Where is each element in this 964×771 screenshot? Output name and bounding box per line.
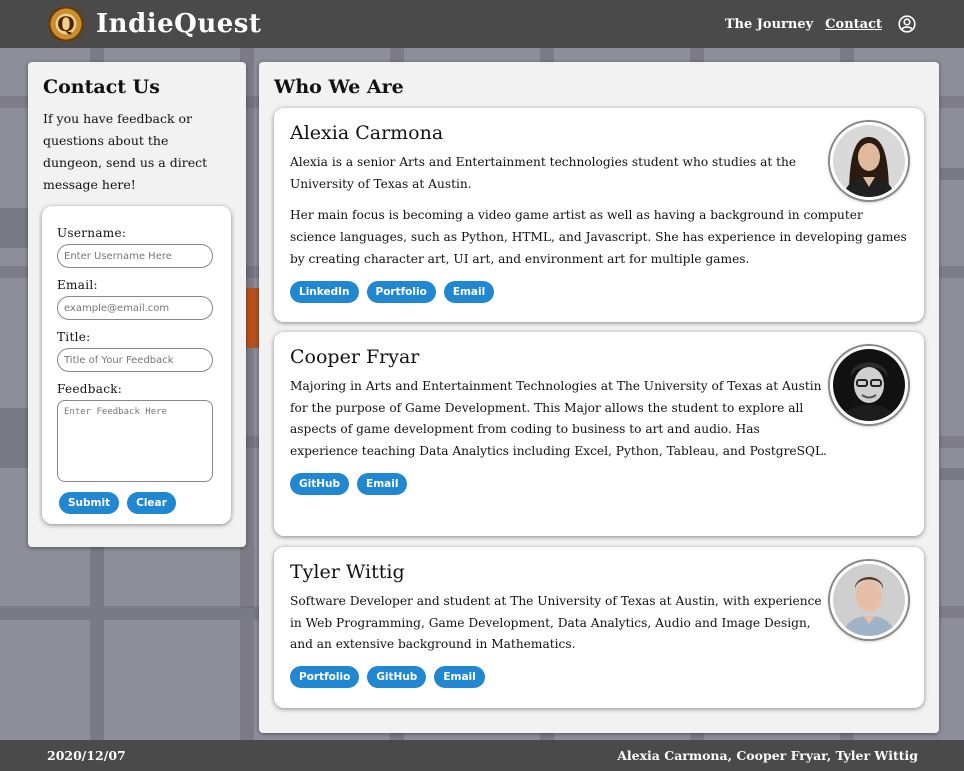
github-button[interactable]: GitHub xyxy=(367,666,427,689)
member-name: Cooper Fryar xyxy=(290,346,420,368)
username-label: Username: xyxy=(57,226,127,240)
logo-letter: Q xyxy=(57,12,75,36)
clear-button[interactable]: Clear xyxy=(127,492,176,514)
github-button[interactable]: GitHub xyxy=(290,472,350,495)
feedback-title-input[interactable] xyxy=(57,348,213,372)
feedback-form: Username: Email: Title: Feedback: Submit… xyxy=(42,206,231,524)
footer-date: 2020/12/07 xyxy=(47,748,126,763)
portfolio-button[interactable]: Portfolio xyxy=(290,666,360,689)
team-card-alexia: Alexia Carmona Alexia is a senior Arts a… xyxy=(274,108,924,322)
main-nav: The Journey Contact xyxy=(725,15,916,33)
portfolio-button[interactable]: Portfolio xyxy=(366,280,436,303)
contact-intro: If you have feedback or questions about … xyxy=(43,111,208,192)
form-buttons: Submit Clear xyxy=(57,492,216,514)
user-account-icon[interactable] xyxy=(898,15,916,33)
email-label: Email: xyxy=(57,278,98,292)
member-bio: Alexia is a senior Arts and Entertainmen… xyxy=(290,155,797,191)
username-input[interactable] xyxy=(57,244,213,268)
contact-title: Contact Us xyxy=(43,76,160,98)
team-card-tyler: Tyler Wittig Software Developer and stud… xyxy=(274,547,924,708)
email-button[interactable]: Email xyxy=(434,666,485,689)
avatar-tyler xyxy=(830,561,908,639)
brand-title[interactable]: IndieQuest xyxy=(96,9,261,39)
site-header: Q IndieQuest The Journey Contact xyxy=(0,0,964,48)
member-name: Tyler Wittig xyxy=(290,561,405,583)
feedback-label: Feedback: xyxy=(57,382,123,396)
email-input[interactable] xyxy=(57,296,213,320)
email-button[interactable]: Email xyxy=(357,472,408,495)
site-footer: 2020/12/07 Alexia Carmona, Cooper Fryar,… xyxy=(0,740,964,771)
email-button[interactable]: Email xyxy=(443,280,495,303)
nav-the-journey[interactable]: The Journey xyxy=(725,17,813,32)
who-title: Who We Are xyxy=(274,76,404,98)
submit-button[interactable]: Submit xyxy=(59,492,120,514)
member-bio: Majoring in Arts and Entertainment Techn… xyxy=(290,379,827,459)
member-bio-2: Her main focus is becoming a video game … xyxy=(290,208,907,266)
title-label: Title: xyxy=(57,330,91,344)
avatar-cooper xyxy=(830,346,908,424)
member-bio: Software Developer and student at The Un… xyxy=(290,594,822,652)
contact-panel: Contact Us If you have feedback or quest… xyxy=(28,62,246,547)
who-we-are-panel: Who We Are Alexia Carmona Alexia is a se… xyxy=(259,62,939,733)
member-name: Alexia Carmona xyxy=(290,122,444,144)
nav-contact[interactable]: Contact xyxy=(825,17,882,32)
member-links: Portfolio GitHub Email xyxy=(290,666,908,689)
linkedin-button[interactable]: LinkedIn xyxy=(290,280,359,303)
avatar-alexia xyxy=(830,122,908,200)
member-links: GitHub Email xyxy=(290,472,908,495)
member-links: LinkedIn Portfolio Email xyxy=(290,280,908,303)
footer-authors: Alexia Carmona, Cooper Fryar, Tyler Witt… xyxy=(617,748,918,763)
feedback-textarea[interactable] xyxy=(57,400,213,482)
team-card-cooper: Cooper Fryar Majoring in Arts and Entert… xyxy=(274,332,924,536)
logo-icon[interactable]: Q xyxy=(48,6,84,42)
